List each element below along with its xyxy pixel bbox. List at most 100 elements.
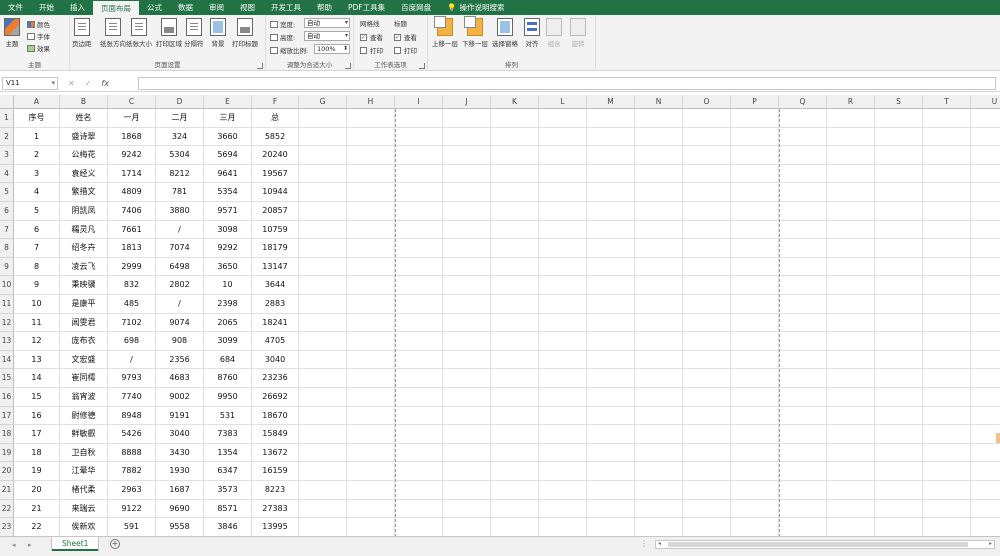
cell-A15[interactable]: 14: [14, 369, 60, 388]
cell-A7[interactable]: 6: [14, 220, 60, 240]
cell-S3[interactable]: [875, 146, 923, 165]
cell-P23[interactable]: [731, 518, 779, 536]
cell-L8[interactable]: [539, 239, 587, 258]
cell-S23[interactable]: [875, 518, 923, 536]
cell-B17[interactable]: 尉修德: [60, 406, 108, 426]
sheet-tab-sheet1[interactable]: Sheet1: [52, 537, 99, 551]
cell-G14[interactable]: [299, 350, 347, 370]
cell-I22[interactable]: [395, 499, 443, 519]
cell-T23[interactable]: [923, 518, 971, 536]
cell-G15[interactable]: [299, 369, 347, 388]
cell-T12[interactable]: [923, 313, 971, 333]
cell-F8[interactable]: 18179: [252, 239, 299, 258]
cell-L11[interactable]: [539, 295, 587, 314]
cell-E20[interactable]: 6347: [204, 462, 252, 481]
cell-C3[interactable]: 9242: [108, 146, 156, 165]
row-header-4[interactable]: 4: [0, 164, 14, 184]
cell-P6[interactable]: [731, 202, 779, 221]
row-header-14[interactable]: 14: [0, 350, 14, 370]
fonts-button[interactable]: 字体: [27, 31, 50, 41]
cell-L17[interactable]: [539, 406, 587, 426]
cell-S7[interactable]: [875, 220, 923, 240]
sheet-options-launcher-icon[interactable]: [419, 63, 425, 69]
cell-P16[interactable]: [731, 388, 779, 407]
cell-K4[interactable]: [491, 164, 539, 184]
cell-P12[interactable]: [731, 313, 779, 333]
cell-T20[interactable]: [923, 462, 971, 481]
row-header-16[interactable]: 16: [0, 388, 14, 407]
cell-D8[interactable]: 7074: [156, 239, 204, 258]
cell-I16[interactable]: [395, 388, 443, 407]
cell-A22[interactable]: 21: [14, 499, 60, 519]
cell-F7[interactable]: 10759: [252, 220, 299, 240]
column-header-E[interactable]: E: [204, 95, 252, 109]
row-header-19[interactable]: 19: [0, 443, 14, 463]
cell-O20[interactable]: [683, 462, 731, 481]
cell-E10[interactable]: 10: [204, 276, 252, 295]
cell-D18[interactable]: 3040: [156, 425, 204, 444]
cell-M8[interactable]: [587, 239, 635, 258]
cell-C12[interactable]: 7102: [108, 313, 156, 333]
cell-Q2[interactable]: [779, 127, 827, 147]
cell-U20[interactable]: [971, 462, 1000, 481]
cell-R21[interactable]: [827, 481, 875, 500]
cell-Q9[interactable]: [779, 257, 827, 277]
cell-M12[interactable]: [587, 313, 635, 333]
cell-B5[interactable]: 繁措文: [60, 183, 108, 202]
cell-C23[interactable]: 591: [108, 518, 156, 536]
cell-E17[interactable]: 531: [204, 406, 252, 426]
cell-K16[interactable]: [491, 388, 539, 407]
cell-K22[interactable]: [491, 499, 539, 519]
cell-E12[interactable]: 2065: [204, 313, 252, 333]
cell-M4[interactable]: [587, 164, 635, 184]
cell-M3[interactable]: [587, 146, 635, 165]
cell-M16[interactable]: [587, 388, 635, 407]
cell-L6[interactable]: [539, 202, 587, 221]
cell-G9[interactable]: [299, 257, 347, 277]
cell-N9[interactable]: [635, 257, 683, 277]
cell-U23[interactable]: [971, 518, 1000, 536]
cell-L16[interactable]: [539, 388, 587, 407]
cell-F11[interactable]: 2883: [252, 295, 299, 314]
cell-M21[interactable]: [587, 481, 635, 500]
cell-J9[interactable]: [443, 257, 491, 277]
cell-F17[interactable]: 18670: [252, 406, 299, 426]
cell-L12[interactable]: [539, 313, 587, 333]
column-header-D[interactable]: D: [156, 95, 204, 109]
cell-J13[interactable]: [443, 332, 491, 351]
cell-B14[interactable]: 文宏盛: [60, 350, 108, 370]
print-titles-button[interactable]: 打印标题: [232, 18, 258, 48]
cell-R15[interactable]: [827, 369, 875, 388]
cell-N18[interactable]: [635, 425, 683, 444]
cell-P9[interactable]: [731, 257, 779, 277]
cell-O21[interactable]: [683, 481, 731, 500]
column-header-L[interactable]: L: [539, 95, 587, 109]
cell-G22[interactable]: [299, 499, 347, 519]
row-header-10[interactable]: 10: [0, 276, 14, 295]
cell-O5[interactable]: [683, 183, 731, 202]
cell-L4[interactable]: [539, 164, 587, 184]
cell-J6[interactable]: [443, 202, 491, 221]
cell-D16[interactable]: 9002: [156, 388, 204, 407]
cell-R13[interactable]: [827, 332, 875, 351]
cell-Q15[interactable]: [779, 369, 827, 388]
cell-M6[interactable]: [587, 202, 635, 221]
cell-K9[interactable]: [491, 257, 539, 277]
cell-R14[interactable]: [827, 350, 875, 370]
cell-Q16[interactable]: [779, 388, 827, 407]
cell-S22[interactable]: [875, 499, 923, 519]
cell-E5[interactable]: 5354: [204, 183, 252, 202]
cell-S4[interactable]: [875, 164, 923, 184]
cell-O4[interactable]: [683, 164, 731, 184]
cell-R2[interactable]: [827, 127, 875, 147]
cell-H20[interactable]: [347, 462, 395, 481]
scroll-left-icon[interactable]: ◂: [658, 540, 661, 547]
row-header-7[interactable]: 7: [0, 220, 14, 240]
cell-I8[interactable]: [395, 239, 443, 258]
cell-C20[interactable]: 7882: [108, 462, 156, 481]
cell-T9[interactable]: [923, 257, 971, 277]
cell-H4[interactable]: [347, 164, 395, 184]
cell-A4[interactable]: 3: [14, 164, 60, 184]
cell-A10[interactable]: 9: [14, 276, 60, 295]
cell-A23[interactable]: 22: [14, 518, 60, 536]
